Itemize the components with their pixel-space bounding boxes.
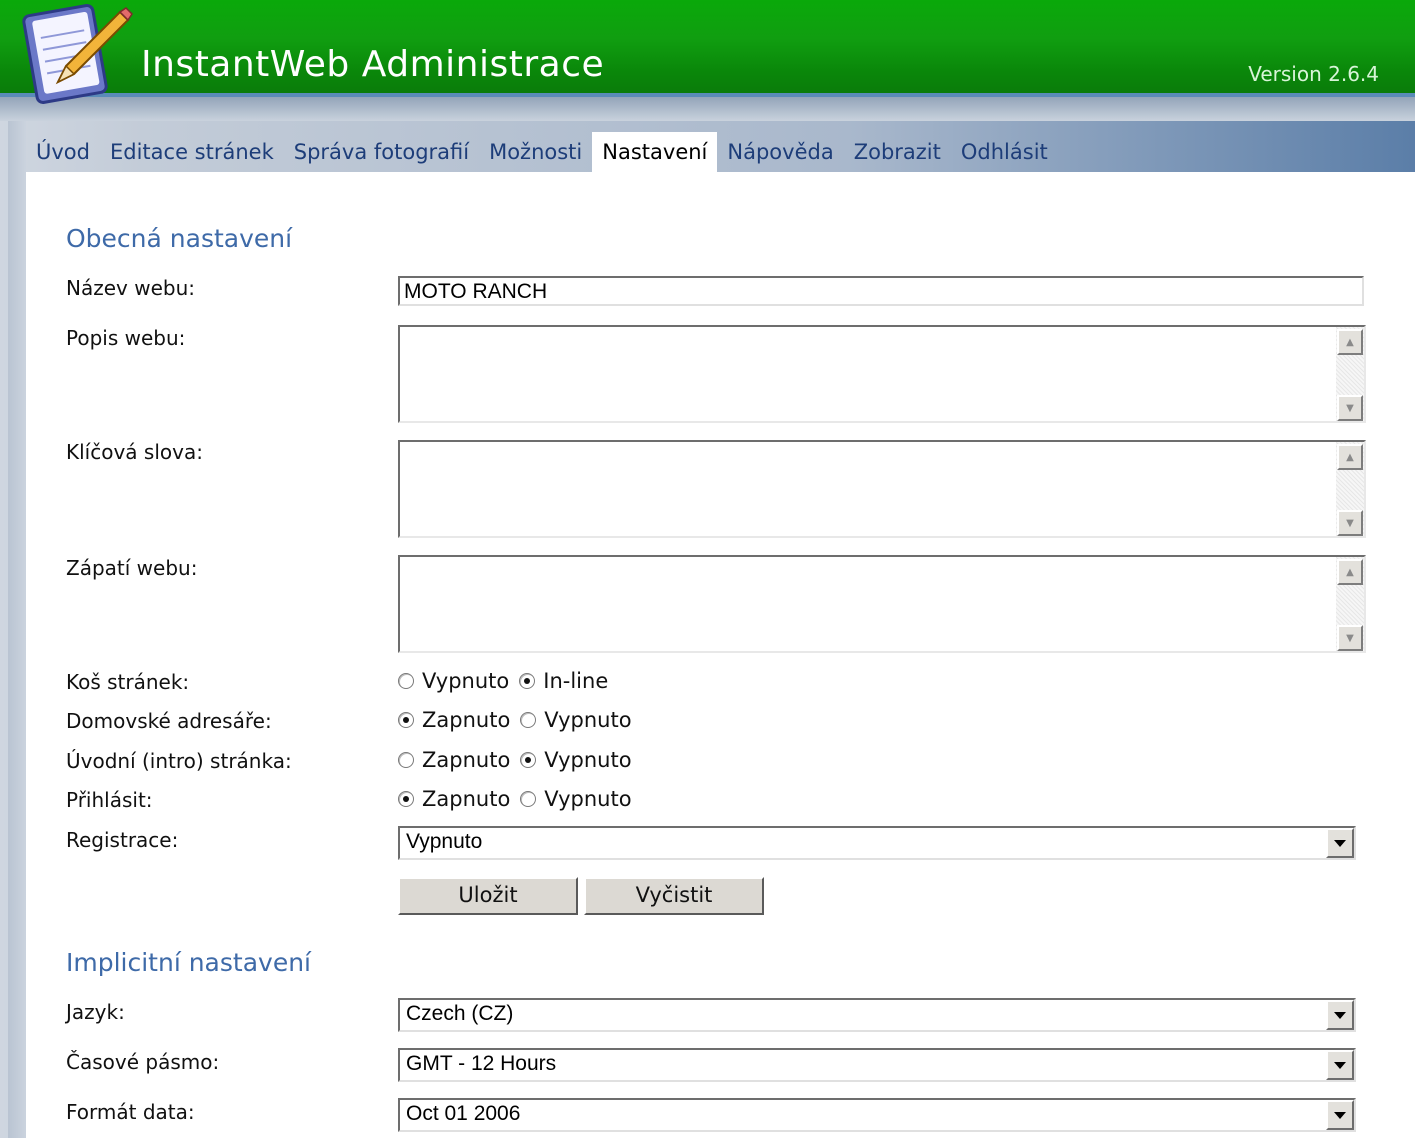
keywords-textarea[interactable]: ▲ ▼	[398, 440, 1366, 538]
nav-item-photo-management[interactable]: Správa fotografií	[284, 132, 479, 172]
date-format-label: Formát data:	[66, 1100, 195, 1124]
keywords-label: Klíčová slova:	[66, 440, 203, 464]
login-label: Přihlásit:	[66, 788, 153, 812]
registration-label: Registrace:	[66, 828, 179, 852]
intro-page-radio-group: Zapnuto Vypnuto	[398, 748, 642, 772]
home-dirs-radio-group: Zapnuto Vypnuto	[398, 708, 642, 732]
notepad-pencil-icon	[22, 0, 134, 106]
timezone-selected-value: GMT - 12 Hours	[406, 1052, 557, 1075]
site-description-label: Popis webu:	[66, 326, 186, 350]
login-on-radio[interactable]	[398, 791, 414, 807]
settings-panel: Obecná nastavení Název webu: MOTO RANCH …	[26, 172, 1415, 1138]
site-footer-textarea[interactable]: ▲ ▼	[398, 555, 1366, 653]
scroll-down-button[interactable]: ▼	[1337, 510, 1363, 536]
site-name-input[interactable]: MOTO RANCH	[398, 276, 1364, 306]
language-selected-value: Czech (CZ)	[406, 1002, 514, 1025]
general-settings-title: Obecná nastavení	[66, 224, 293, 253]
trash-off-radio[interactable]	[398, 673, 414, 689]
trash-off-label[interactable]: Vypnuto	[422, 669, 509, 693]
timezone-select[interactable]: GMT - 12 Hours	[398, 1048, 1356, 1082]
nav-item-view[interactable]: Zobrazit	[844, 132, 951, 172]
trash-inline-radio[interactable]	[519, 673, 536, 689]
nav-item-page-editing[interactable]: Editace stránek	[100, 132, 284, 172]
version-label: Version 2.6.4	[1248, 62, 1379, 86]
site-description-textarea[interactable]: ▲ ▼	[398, 325, 1366, 423]
header-shadow	[0, 97, 1415, 121]
site-name-label: Název webu:	[66, 276, 195, 300]
home-dirs-off-radio[interactable]	[520, 712, 537, 728]
scroll-up-button[interactable]: ▲	[1337, 559, 1363, 585]
scroll-up-button[interactable]: ▲	[1337, 444, 1363, 470]
main-nav: Úvod Editace stránek Správa fotografií M…	[26, 132, 1058, 172]
language-label: Jazyk:	[66, 1000, 125, 1024]
login-off-radio[interactable]	[520, 791, 537, 807]
trash-label: Koš stránek:	[66, 670, 190, 694]
intro-page-label: Úvodní (intro) stránka:	[66, 749, 292, 773]
nav-item-help[interactable]: Nápověda	[717, 132, 843, 172]
clear-button[interactable]: Vyčistit	[584, 877, 764, 915]
login-radio-group: Zapnuto Vypnuto	[398, 787, 642, 811]
chevron-down-icon[interactable]	[1326, 1050, 1354, 1080]
site-footer-label: Zápatí webu:	[66, 556, 198, 580]
vertical-scrollbar[interactable]: ▲ ▼	[1336, 442, 1364, 536]
intro-on-radio[interactable]	[398, 752, 414, 768]
date-format-selected-value: Oct 01 2006	[406, 1102, 521, 1125]
timezone-label: Časové pásmo:	[66, 1050, 220, 1074]
trash-inline-label[interactable]: In-line	[543, 669, 608, 693]
page-left-edge	[8, 121, 26, 1138]
intro-on-label[interactable]: Zapnuto	[422, 748, 510, 772]
home-dirs-on-label[interactable]: Zapnuto	[422, 708, 510, 732]
language-select[interactable]: Czech (CZ)	[398, 998, 1356, 1032]
nav-item-settings[interactable]: Nastavení	[592, 132, 718, 172]
default-settings-title: Implicitní nastavení	[66, 948, 311, 977]
chevron-down-icon[interactable]	[1326, 828, 1354, 858]
nav-item-options[interactable]: Možnosti	[479, 132, 592, 172]
nav-item-logout[interactable]: Odhlásit	[951, 132, 1058, 172]
intro-off-radio[interactable]	[520, 752, 537, 768]
intro-off-label[interactable]: Vypnuto	[544, 748, 631, 772]
trash-radio-group: Vypnuto In-line	[398, 669, 618, 693]
vertical-scrollbar[interactable]: ▲ ▼	[1336, 327, 1364, 421]
app-name: InstantWeb	[141, 44, 350, 85]
app-suffix: Administrace	[361, 44, 605, 85]
date-format-select[interactable]: Oct 01 2006	[398, 1098, 1356, 1132]
login-on-label[interactable]: Zapnuto	[422, 787, 510, 811]
scroll-down-button[interactable]: ▼	[1337, 395, 1363, 421]
login-off-label[interactable]: Vypnuto	[544, 787, 631, 811]
registration-select[interactable]: Vypnuto	[398, 826, 1356, 860]
home-dirs-off-label[interactable]: Vypnuto	[544, 708, 631, 732]
save-button[interactable]: Uložit	[398, 877, 578, 915]
home-dirs-on-radio[interactable]	[398, 712, 414, 728]
nav-item-intro[interactable]: Úvod	[26, 132, 100, 172]
app-title: InstantWeb Administrace	[141, 44, 604, 85]
home-dirs-label: Domovské adresáře:	[66, 709, 272, 733]
scroll-up-button[interactable]: ▲	[1337, 329, 1363, 355]
chevron-down-icon[interactable]	[1326, 1000, 1354, 1030]
vertical-scrollbar[interactable]: ▲ ▼	[1336, 557, 1364, 651]
registration-selected-value: Vypnuto	[406, 830, 483, 853]
chevron-down-icon[interactable]	[1326, 1100, 1354, 1130]
scroll-down-button[interactable]: ▼	[1337, 625, 1363, 651]
